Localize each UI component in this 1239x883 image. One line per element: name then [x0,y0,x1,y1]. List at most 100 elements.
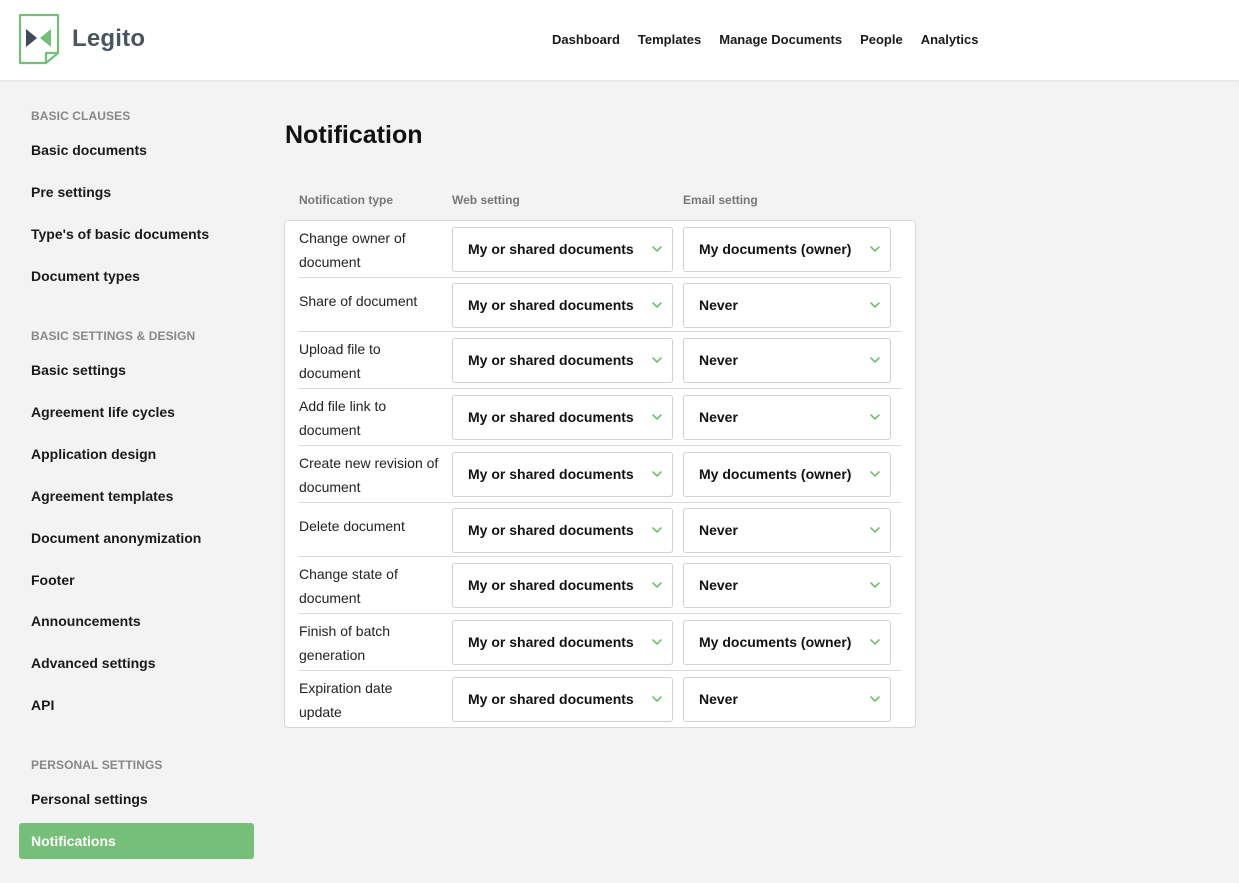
chevron-down-icon [651,298,663,310]
web-setting-select[interactable]: My or shared documents [452,227,673,272]
chevron-down-icon [869,635,881,647]
table-row: Share of document My or shared documents N… [285,278,917,332]
web-setting-value: My or shared documents [468,409,634,425]
logo[interactable]: Legito [18,13,145,65]
legito-logo-icon [18,13,60,65]
table-row: Create new revision of document My or sha… [285,446,917,503]
email-setting-value: My documents (owner) [699,634,852,650]
sidebar-item-advanced-settings[interactable]: Advanced settings [31,654,155,672]
chevron-down-icon [651,578,663,590]
email-setting-select[interactable]: Never [683,507,891,553]
chevron-down-icon [869,523,881,535]
sidebar-item-api[interactable]: API [31,696,54,714]
email-setting-value: My documents (owner) [699,466,852,482]
chevron-down-icon [651,635,663,647]
table-row: Change state of document My or shared doc… [285,557,917,614]
sidebar-item-basic-settings[interactable]: Basic settings [31,361,126,379]
table-row: Upload file to document My or shared docu… [285,332,917,389]
chevron-down-icon [869,692,881,704]
sidebar-item-application-design[interactable]: Application design [31,445,156,463]
web-setting-value: My or shared documents [468,577,634,593]
web-setting-select[interactable]: My or shared documents [452,395,673,440]
sidebar-item-personal-settings[interactable]: Personal settings [31,790,148,808]
web-setting-select[interactable]: My or shared documents [452,507,673,553]
sidebar-item-announcements[interactable]: Announcements [31,612,141,630]
chevron-down-icon [869,242,881,254]
notification-type-label: Change state of document [299,565,398,606]
chevron-down-icon [869,467,881,479]
sidebar-section-title: PERSONAL SETTINGS [31,758,163,772]
sidebar-item-document-types[interactable]: Document types [31,267,140,285]
email-setting-select[interactable]: My documents (owner) [683,452,891,497]
table-row: Change owner of document My or shared doc… [285,221,917,278]
nav-dashboard[interactable]: Dashboard [552,31,620,49]
email-setting-value: Never [699,296,738,313]
table-row: Finish of batch generation My or shared d… [285,614,917,671]
web-setting-value: My or shared documents [468,634,634,650]
sidebar-item-agreement-templates[interactable]: Agreement templates [31,487,173,505]
sidebar-item-footer[interactable]: Footer [31,571,75,589]
web-setting-select[interactable]: My or shared documents [452,452,673,497]
web-setting-select[interactable]: My or shared documents [452,620,673,665]
email-setting-value: Never [699,691,738,707]
nav-manage-documents[interactable]: Manage Documents [719,31,842,49]
web-setting-value: My or shared documents [468,466,634,482]
notification-type-label: Finish of batch generation [299,622,391,663]
brand-name: Legito [72,25,146,52]
notification-type-label: Share of document [299,293,418,309]
table-row: Delete document My or shared documents Nev… [285,503,917,557]
chevron-down-icon [869,353,881,365]
page-title: Notification [285,121,423,149]
chevron-down-icon [651,523,663,535]
sidebar-item-notifications[interactable]: Notifications [19,823,254,859]
email-setting-value: Never [699,352,738,368]
nav-analytics[interactable]: Analytics [921,31,979,49]
web-setting-select[interactable]: My or shared documents [452,282,673,328]
email-setting-select[interactable]: Never [683,395,891,440]
chevron-down-icon [651,692,663,704]
chevron-down-icon [869,410,881,422]
main-nav: Dashboard Templates Manage Documents Peo… [552,31,997,49]
sidebar-item-agreement-life-cycles[interactable]: Agreement life cycles [31,403,175,421]
nav-people[interactable]: People [860,31,903,49]
email-setting-select[interactable]: Never [683,563,891,608]
email-setting-value: Never [699,521,738,538]
email-setting-value: My documents (owner) [699,241,852,257]
web-setting-select[interactable]: My or shared documents [452,338,673,383]
web-setting-select[interactable]: My or shared documents [452,563,673,608]
email-setting-select[interactable]: Never [683,282,891,328]
chevron-down-icon [651,410,663,422]
table-row: Expiration date update My or shared docum… [285,671,917,728]
notification-type-label: Add file link to document [299,397,387,438]
top-bar: Legito Dashboard Templates Manage Docume… [0,0,1239,80]
notification-type-label: Change owner of document [299,229,406,270]
notification-type-label: Delete document [299,518,405,534]
sidebar-item-document-anonymization[interactable]: Document anonymization [31,529,201,547]
chevron-down-icon [651,242,663,254]
email-setting-select[interactable]: Never [683,677,891,722]
chevron-down-icon [869,578,881,590]
web-setting-value: My or shared documents [468,521,634,538]
chevron-down-icon [651,467,663,479]
email-setting-value: Never [699,577,738,593]
sidebar-item-basic-documents[interactable]: Basic documents [31,141,147,159]
sidebar-section-title: BASIC SETTINGS & DESIGN [31,329,196,343]
notification-type-label: Upload file to document [299,340,381,381]
notification-settings-table: Change owner of document My or shared doc… [284,220,916,728]
email-setting-select[interactable]: My documents (owner) [683,227,891,272]
email-setting-value: Never [699,409,738,425]
notification-type-label: Expiration date update [299,679,393,720]
email-setting-select[interactable]: Never [683,338,891,383]
column-header-web-setting: Web setting [452,193,520,207]
column-header-notification-type: Notification type [299,193,394,207]
column-header-email-setting: Email setting [683,193,758,207]
sidebar-item-pre-settings[interactable]: Pre settings [31,183,111,201]
chevron-down-icon [651,353,663,365]
notification-type-label: Create new revision of document [299,454,439,495]
email-setting-select[interactable]: My documents (owner) [683,620,891,665]
nav-templates[interactable]: Templates [638,31,701,49]
web-setting-select[interactable]: My or shared documents [452,677,673,722]
table-row: Add file link to document My or shared do… [285,389,917,446]
web-setting-value: My or shared documents [468,296,634,313]
sidebar-item-types-of-basic-documents[interactable]: Type's of basic documents [31,225,209,243]
